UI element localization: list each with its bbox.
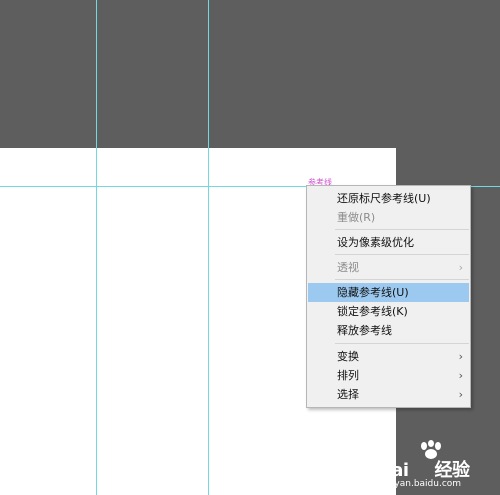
watermark-brand-left: Bai — [378, 460, 409, 481]
watermark-brand-right: 经验 — [434, 460, 471, 481]
vertical-guide[interactable] — [208, 0, 209, 495]
menu-item-arrange[interactable]: 排列 › — [308, 366, 469, 385]
menu-item-perspective: 透视 › — [308, 258, 469, 277]
menu-item-redo: 重做(R) — [308, 208, 469, 227]
menu-item-undo-ruler-guides[interactable]: 还原标尺参考线(U) — [308, 189, 469, 208]
menu-item-label: 排列 — [337, 369, 359, 382]
menu-item-label: 隐藏参考线(U) — [337, 286, 409, 299]
chevron-right-icon: › — [458, 388, 463, 401]
menu-item-label: 透视 — [337, 261, 359, 274]
chevron-right-icon: › — [458, 261, 463, 274]
menu-item-label: 重做(R) — [337, 211, 376, 224]
menu-item-label: 设为像素级优化 — [337, 236, 414, 249]
menu-item-pixel-optimization[interactable]: 设为像素级优化 — [308, 233, 469, 252]
menu-item-label: 锁定参考线(K) — [337, 305, 408, 318]
menu-item-label: 释放参考线 — [337, 324, 392, 337]
menu-item-label: 还原标尺参考线(U) — [337, 192, 431, 205]
menu-separator — [335, 254, 469, 255]
vertical-guide[interactable] — [96, 0, 97, 495]
chevron-right-icon: › — [458, 350, 463, 363]
menu-item-release-guides[interactable]: 释放参考线 — [308, 321, 469, 340]
menu-item-transform[interactable]: 变换 › — [308, 347, 469, 366]
menu-item-label: 选择 — [337, 388, 359, 401]
menu-item-lock-guides[interactable]: 锁定参考线(K) — [308, 302, 469, 321]
menu-separator — [335, 229, 469, 230]
menu-item-hide-guides[interactable]: 隐藏参考线(U) — [308, 283, 469, 302]
menu-separator — [335, 279, 469, 280]
chevron-right-icon: › — [458, 369, 463, 382]
menu-separator — [335, 343, 469, 344]
menu-item-select[interactable]: 选择 › — [308, 385, 469, 404]
context-menu: 还原标尺参考线(U) 重做(R) 设为像素级优化 透视 › 隐藏参考线(U) 锁… — [306, 185, 471, 408]
menu-item-label: 变换 — [337, 350, 359, 363]
watermark-url: jingyan.baidu.com — [378, 479, 462, 489]
baidu-jingyan-watermark: Bai 经验 jingyan.baidu.com — [378, 440, 498, 492]
